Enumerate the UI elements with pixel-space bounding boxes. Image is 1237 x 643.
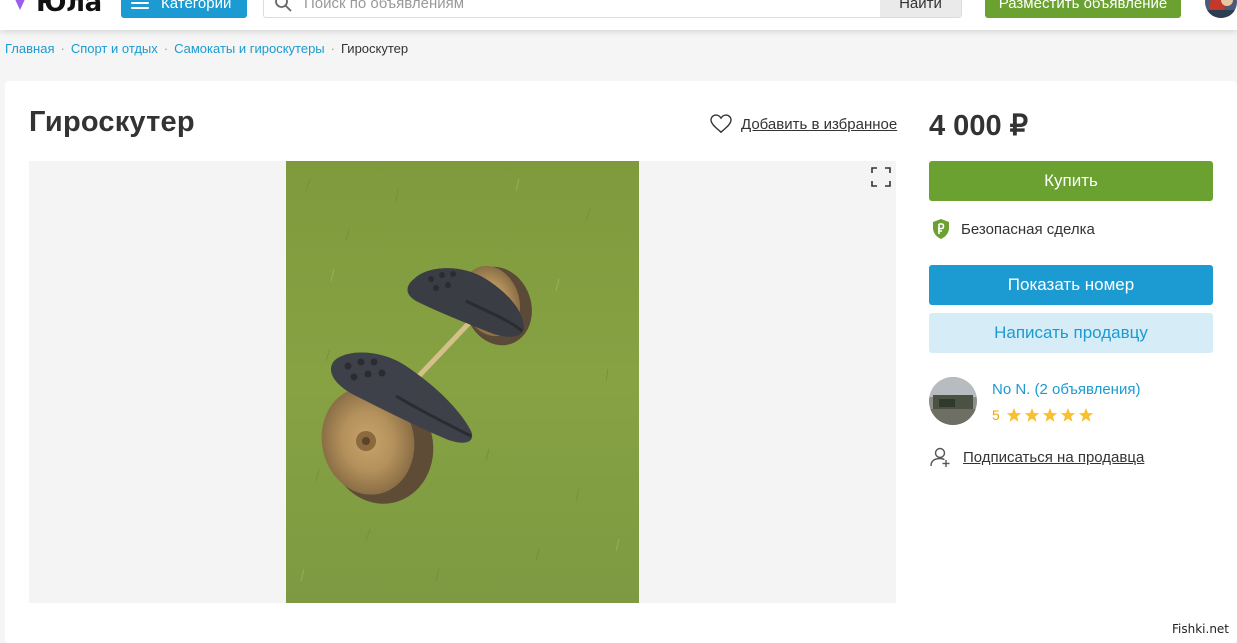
add-to-favorites-label: Добавить в избранное (741, 115, 898, 133)
safe-deal-label: Безопасная сделка (961, 220, 1095, 238)
search-button[interactable]: Найти (880, 0, 961, 17)
post-ad-button[interactable]: Разместить объявление (985, 0, 1181, 18)
logo-text: Юла (36, 0, 102, 18)
listing-photo (286, 161, 639, 603)
subscribe-seller-button[interactable]: Подписаться на продавца (929, 446, 1144, 468)
seller-avatar[interactable] (929, 377, 977, 425)
subscribe-user-icon (930, 447, 950, 467)
star-icon (1024, 408, 1039, 422)
photo-gallery[interactable] (29, 161, 896, 603)
add-to-favorites-button[interactable]: Добавить в избранное (710, 114, 897, 134)
watermark: Fishki.net (1172, 622, 1230, 636)
logo-mark-icon (15, 0, 25, 10)
breadcrumb-link-scooters[interactable]: Самокаты и гироскутеры (174, 41, 325, 56)
menu-icon (131, 0, 149, 9)
search-icon (275, 0, 292, 12)
show-phone-button[interactable]: Показать номер (929, 265, 1213, 305)
seller-name-link[interactable]: No N. (2 объявления) (992, 381, 1140, 398)
logo[interactable]: Юла (12, 0, 102, 18)
rating-value: 5 (992, 407, 1000, 423)
shield-ruble-icon (933, 219, 949, 239)
categories-button[interactable]: Категории (121, 0, 247, 18)
breadcrumb-separator: · (163, 41, 169, 56)
breadcrumb-separator: · (60, 41, 65, 56)
user-avatar[interactable] (1205, 0, 1237, 18)
breadcrumb-current: Гироскутер (341, 41, 409, 56)
search-bar: Найти (263, 0, 962, 18)
star-icon (1078, 408, 1093, 422)
breadcrumb-link-sport[interactable]: Спорт и отдых (71, 41, 158, 56)
breadcrumb-link-home[interactable]: Главная (5, 41, 54, 56)
price: 4 000 ₽ (929, 110, 1029, 142)
star-icon (1006, 408, 1021, 422)
buy-button[interactable]: Купить (929, 161, 1213, 201)
top-bar: Юла Категории Найти Разместить объявлени… (0, 0, 1237, 30)
safe-deal[interactable]: Безопасная сделка (931, 218, 1095, 240)
expand-icon[interactable] (871, 167, 891, 187)
listing-title: Гироскутер (29, 106, 195, 138)
seller-rating: 5 (992, 407, 1096, 423)
heart-icon (710, 114, 732, 134)
categories-label: Категории (161, 0, 232, 12)
write-seller-button[interactable]: Написать продавцу (929, 313, 1213, 353)
search-input[interactable] (302, 0, 880, 13)
subscribe-seller-label: Подписаться на продавца (963, 448, 1145, 466)
star-icon (1060, 408, 1075, 422)
breadcrumb-separator: · (330, 41, 335, 56)
star-icon (1042, 408, 1057, 422)
breadcrumb: Главная · Спорт и отдых · Самокаты и гир… (5, 41, 408, 56)
